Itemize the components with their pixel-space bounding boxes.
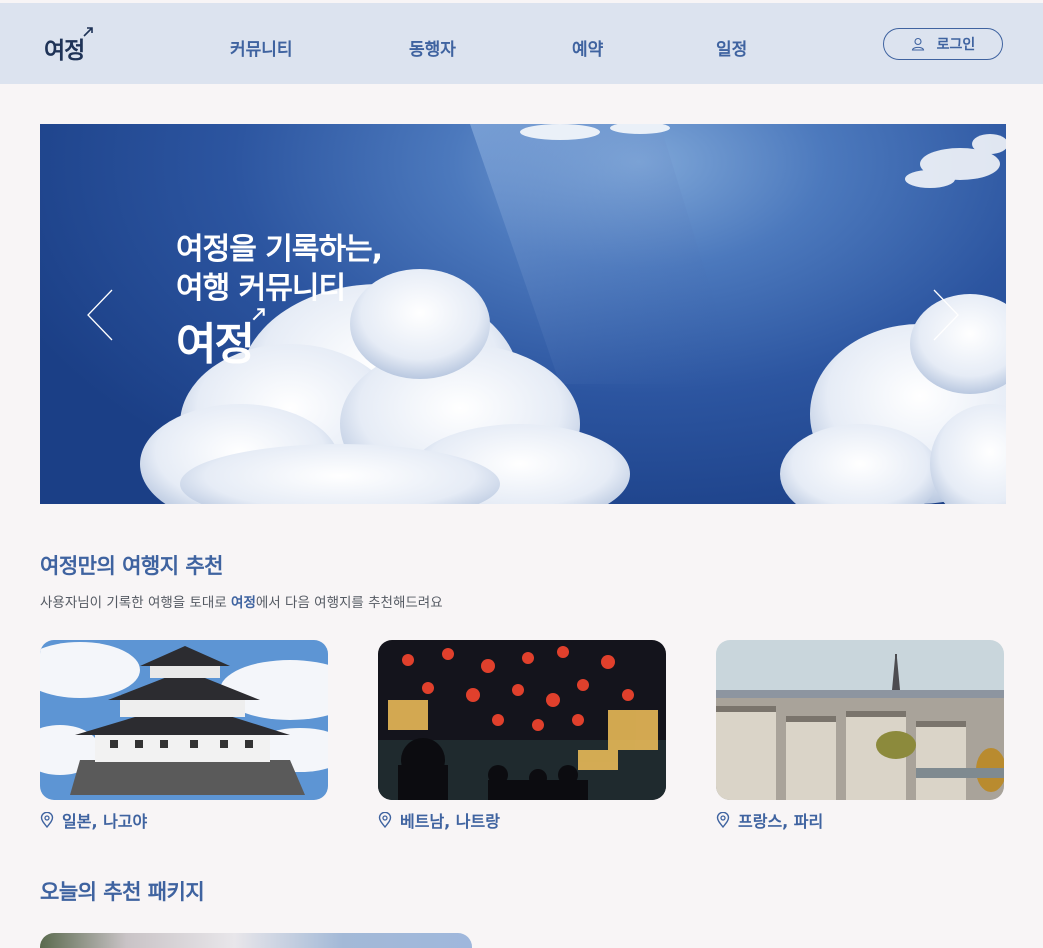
- nav-companion[interactable]: 동행자: [409, 35, 456, 60]
- hero-brand-logo: 여정: [176, 308, 265, 372]
- package-card-image[interactable]: [40, 933, 472, 948]
- login-button[interactable]: 로그인: [883, 28, 1003, 60]
- brand-logo-text: 여정: [44, 38, 85, 64]
- recommend-subtitle: 사용자님이 기록한 여행을 토대로 여정에서 다음 여행지를 추천해드려요: [40, 591, 443, 611]
- recommend-subtitle-pre: 사용자님이 기록한 여행을 토대로: [40, 595, 232, 611]
- destination-caption: 프랑스, 파리: [716, 808, 823, 832]
- brand-logo[interactable]: 여정: [44, 27, 94, 65]
- login-label: 로그인: [936, 37, 976, 53]
- hero-headline-line2: 여행 커뮤니티: [176, 271, 346, 306]
- paper-plane-icon: [252, 308, 265, 321]
- destination-caption: 일본, 나고야: [40, 808, 147, 832]
- location-pin-icon: [716, 812, 730, 828]
- chevron-left-icon[interactable]: [86, 288, 114, 342]
- user-icon: [911, 37, 924, 51]
- destination-label: 프랑스, 파리: [738, 812, 824, 831]
- destination-card-nagoya[interactable]: 일본, 나고야: [40, 640, 328, 836]
- nav-reservation[interactable]: 예약: [572, 35, 603, 60]
- destination-card-nhatrang[interactable]: 베트남, 나트랑: [378, 640, 666, 836]
- location-pin-icon: [378, 812, 392, 828]
- paris-skyline-image: [716, 640, 1004, 800]
- destination-label: 일본, 나고야: [62, 812, 148, 831]
- destination-label: 베트남, 나트랑: [400, 812, 500, 831]
- hero-headline: 여정을 기록하는, 여행 커뮤니티: [176, 230, 383, 308]
- recommend-subtitle-brand: 여정: [231, 595, 256, 611]
- destination-card-paris[interactable]: 프랑스, 파리: [716, 640, 1004, 836]
- nav-community[interactable]: 커뮤니티: [230, 35, 293, 60]
- location-pin-icon: [40, 812, 54, 828]
- top-header: 여정 커뮤니티 동행자 예약 일정 로그인: [0, 3, 1043, 84]
- package-title: 오늘의 추천 패키지: [40, 880, 205, 904]
- hero-brand-logo-text: 여정: [176, 319, 255, 370]
- hero-banner: 여정을 기록하는, 여행 커뮤니티 여정: [40, 124, 1006, 504]
- nagoya-castle-image: [40, 640, 328, 800]
- paper-plane-icon: [83, 27, 94, 37]
- nav-schedule[interactable]: 일정: [716, 35, 747, 60]
- chevron-right-icon[interactable]: [932, 288, 960, 342]
- recommend-title: 여정만의 여행지 추천: [40, 554, 224, 578]
- recommend-subtitle-post: 에서 다음 여행지를 추천해드려요: [255, 595, 443, 611]
- hero-headline-line1: 여정을 기록하는,: [176, 232, 383, 267]
- destination-caption: 베트남, 나트랑: [378, 808, 500, 832]
- night-market-image: [378, 640, 666, 800]
